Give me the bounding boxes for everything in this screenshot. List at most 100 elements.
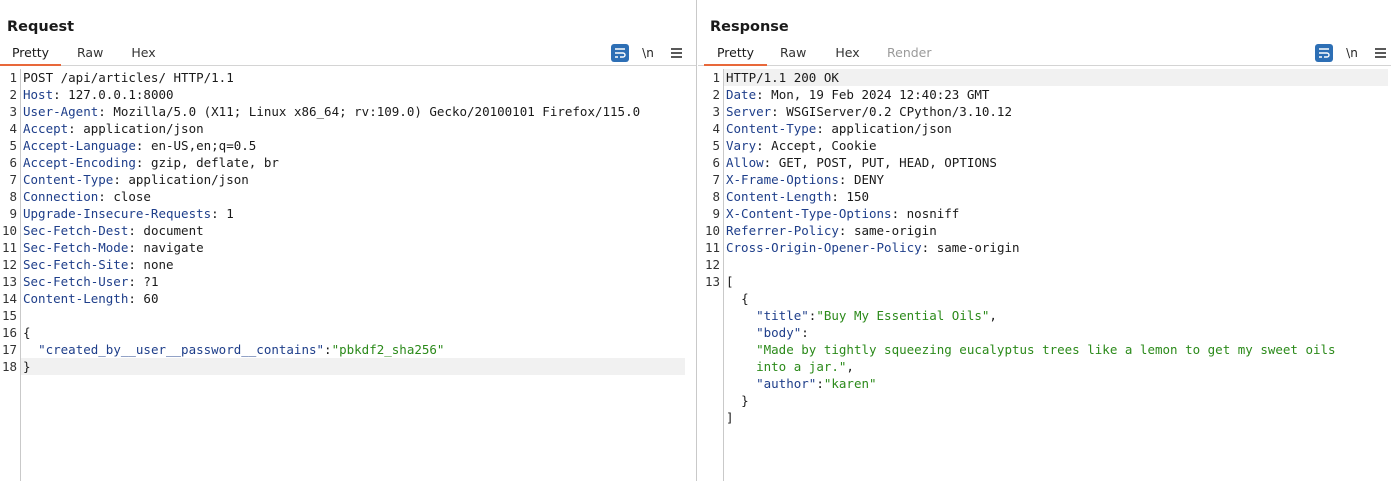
code-line: Sec-Fetch-Dest: document (23, 223, 204, 238)
response-tab-hex[interactable]: Hex (835, 45, 860, 66)
code-line: POST /api/articles/ HTTP/1.1 (23, 69, 234, 86)
header-name: Date (726, 87, 757, 102)
request-editor[interactable]: 1 POST /api/articles/ HTTP/1.1 2 Host: 127.… (0, 69, 696, 481)
line-number: 4 (712, 121, 720, 136)
header-name: Host (23, 87, 54, 102)
header-value: same-origin (853, 223, 937, 238)
code-line: Server: WSGIServer/0.2 CPython/3.10.12 (726, 104, 1012, 119)
line-number: 7 (712, 172, 720, 187)
header-name: Content-Type (23, 172, 114, 187)
header-value: Mozilla/5.0 (X11; Linux x86_64; rv:109.0… (113, 104, 641, 119)
code-line: Sec-Fetch-Mode: navigate (23, 240, 204, 255)
header-value: GET, POST, PUT, HEAD, OPTIONS (778, 155, 997, 170)
line-number: 12 (1, 257, 17, 272)
code-line: User-Agent: Mozilla/5.0 (X11; Linux x86_… (23, 104, 641, 119)
code-line: Content-Length: 60 (23, 291, 159, 306)
code-line: Accept: application/json (23, 121, 204, 136)
code-line: Content-Type: application/json (23, 172, 249, 187)
line-number: 16 (1, 325, 17, 340)
newline-toggle-button[interactable]: \n (1343, 44, 1361, 62)
code-text: { (741, 291, 749, 306)
line-number: 13 (1, 274, 17, 289)
request-tab-hex[interactable]: Hex (131, 45, 156, 66)
line-number: 4 (9, 121, 17, 136)
header-name: Referrer-Policy (726, 223, 839, 238)
header-name: Upgrade-Insecure-Requests (23, 206, 212, 221)
json-value: "Made by tightly squeezing eucalyptus tr… (756, 342, 1336, 357)
line-number: 9 (712, 206, 720, 221)
code-line: Vary: Accept, Cookie (726, 138, 877, 153)
header-value: application/json (831, 121, 952, 136)
request-title: Request (7, 19, 75, 35)
header-value: ?1 (143, 274, 159, 289)
line-number: 6 (712, 155, 720, 170)
wrap-lines-icon[interactable] (611, 44, 629, 62)
code-line: Date: Mon, 19 Feb 2024 12:40:23 GMT (726, 87, 990, 102)
code-text: } (23, 359, 31, 374)
wrap-lines-icon[interactable] (1315, 44, 1333, 62)
json-value: "Buy My Essential Oils" (816, 308, 990, 323)
response-pane: Response Pretty Raw Hex Render \n 1 HTTP/… (698, 0, 1391, 481)
code-line: Cross-Origin-Opener-Policy: same-origin (726, 240, 1020, 255)
header-name: Sec-Fetch-Dest (23, 223, 129, 238)
response-tab-raw[interactable]: Raw (780, 45, 806, 66)
line-number: 1 (712, 70, 720, 85)
code-line: X-Frame-Options: DENY (726, 172, 885, 187)
gutter-divider (20, 69, 21, 481)
code-text: [ (726, 274, 734, 289)
response-editor[interactable]: 1 HTTP/1.1 200 OK 2 Date: Mon, 19 Feb 2024 … (698, 69, 1391, 481)
code-line: "Made by tightly squeezing eucalyptus tr… (726, 341, 1336, 358)
line-number: 14 (1, 291, 17, 306)
hamburger-menu-icon[interactable] (669, 44, 683, 62)
header-name: Accept-Encoding (23, 155, 136, 170)
header-value: 127.0.0.1:8000 (68, 87, 174, 102)
header-value: 150 (846, 189, 869, 204)
newline-toggle-button[interactable]: \n (639, 44, 657, 62)
request-tab-raw[interactable]: Raw (77, 45, 103, 66)
header-name: Cross-Origin-Opener-Policy (726, 240, 922, 255)
line-number: 15 (1, 308, 17, 323)
line-number: 1 (9, 70, 17, 85)
response-tab-pretty[interactable]: Pretty (704, 45, 767, 66)
code-line: "created_by__user__password__contains":"… (38, 342, 445, 357)
header-name: Accept (23, 121, 69, 136)
header-name: Sec-Fetch-Site (23, 257, 129, 272)
json-key: "title" (756, 308, 809, 323)
code-text: HTTP/1.1 200 OK (726, 70, 839, 85)
header-name: Content-Length (23, 291, 129, 306)
code-line: Sec-Fetch-User: ?1 (23, 274, 159, 289)
header-name: Accept-Language (23, 138, 136, 153)
code-line: Host: 127.0.0.1:8000 (23, 87, 174, 102)
code-line: into a jar.", (756, 359, 854, 374)
header-value: same-origin (936, 240, 1020, 255)
json-value: "karen" (823, 376, 877, 391)
line-number: 5 (712, 138, 720, 153)
line-number: 12 (704, 257, 720, 272)
header-name: Vary (726, 138, 757, 153)
line-number: 10 (1, 223, 17, 238)
line-number: 3 (9, 104, 17, 119)
line-number: 6 (9, 155, 17, 170)
header-value: 1 (226, 206, 234, 221)
json-key: "body" (756, 325, 802, 340)
line-number: 7 (9, 172, 17, 187)
code-line: "title":"Buy My Essential Oils", (756, 308, 997, 323)
code-text: } (741, 393, 749, 408)
code-line: Connection: close (23, 189, 151, 204)
line-number: 10 (704, 223, 720, 238)
code-text: POST /api/articles/ HTTP/1.1 (23, 70, 234, 85)
header-name: X-Content-Type-Options (726, 206, 892, 221)
line-number: 9 (9, 206, 17, 221)
header-value: en-US,en;q=0.5 (150, 138, 257, 153)
header-name: Content-Type (726, 121, 817, 136)
header-name: Allow (726, 155, 764, 170)
header-value: navigate (143, 240, 204, 255)
response-title: Response (710, 19, 789, 35)
code-line: [ (726, 273, 734, 290)
request-tab-pretty[interactable]: Pretty (0, 45, 61, 66)
hamburger-menu-icon[interactable] (1373, 44, 1387, 62)
header-name: Sec-Fetch-User (23, 274, 129, 289)
header-value: none (143, 257, 174, 272)
code-line: Referrer-Policy: same-origin (726, 223, 937, 238)
response-tab-render[interactable]: Render (887, 45, 932, 66)
